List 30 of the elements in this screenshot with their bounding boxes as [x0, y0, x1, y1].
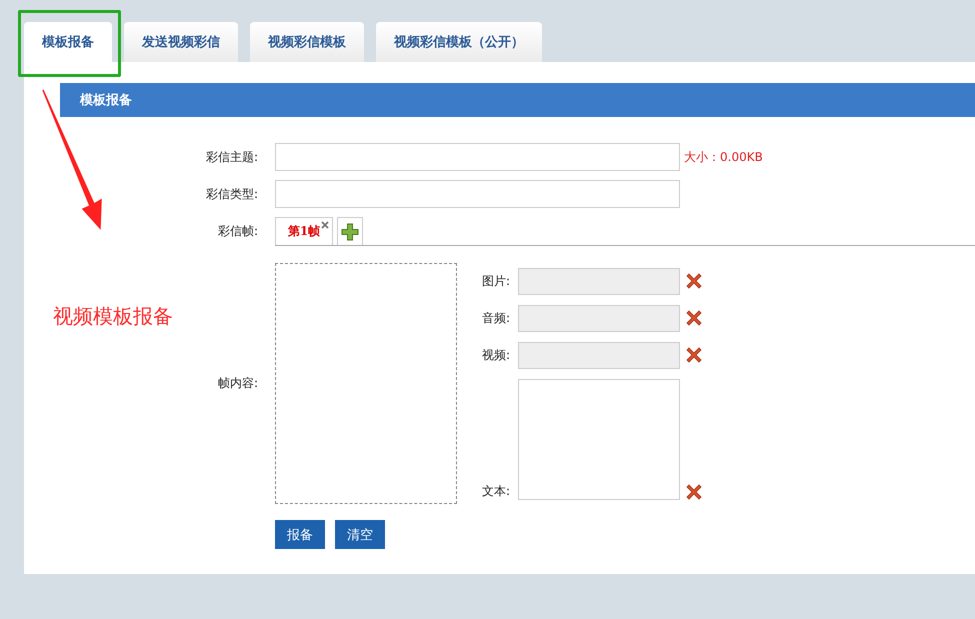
field-label: 彩信类型:	[204, 186, 258, 202]
annotation-text: 视频模板报备	[53, 303, 173, 330]
field-label: 彩信主题:	[204, 148, 258, 166]
input-field[interactable]	[518, 268, 680, 294]
delete-icon[interactable]	[686, 347, 702, 363]
plus-icon	[341, 222, 359, 240]
delete-icon[interactable]	[686, 484, 702, 500]
tab[interactable]: 模板报备	[24, 22, 112, 62]
field-label: 音频:	[482, 310, 512, 326]
input-field[interactable]	[518, 342, 680, 368]
tab[interactable]: 视频彩信模板（公开）	[376, 22, 542, 62]
panel-header: 模板报备	[60, 83, 975, 117]
close-icon[interactable]	[321, 221, 329, 229]
input-field[interactable]	[275, 180, 680, 208]
action-button[interactable]: 清空	[335, 520, 385, 549]
delete-icon[interactable]	[686, 273, 702, 289]
field-label: 帧内容:	[216, 375, 258, 392]
field-label: 图片:	[482, 272, 512, 290]
delete-icon[interactable]	[686, 310, 702, 326]
tab[interactable]: 发送视频彩信	[124, 22, 238, 62]
field-label: 视频:	[482, 346, 512, 364]
add-frame-button[interactable]	[337, 217, 363, 245]
action-button[interactable]: 报备	[275, 520, 325, 549]
input-field[interactable]	[518, 304, 680, 332]
frame-tab[interactable]: 第1帧	[275, 217, 333, 245]
tab[interactable]: 视频彩信模板	[250, 22, 364, 62]
size-text: 大小：0.00KB	[684, 148, 763, 166]
field-label: 文本:	[482, 482, 512, 500]
input-field[interactable]	[275, 143, 680, 171]
field-label: 彩信帧:	[216, 222, 258, 240]
